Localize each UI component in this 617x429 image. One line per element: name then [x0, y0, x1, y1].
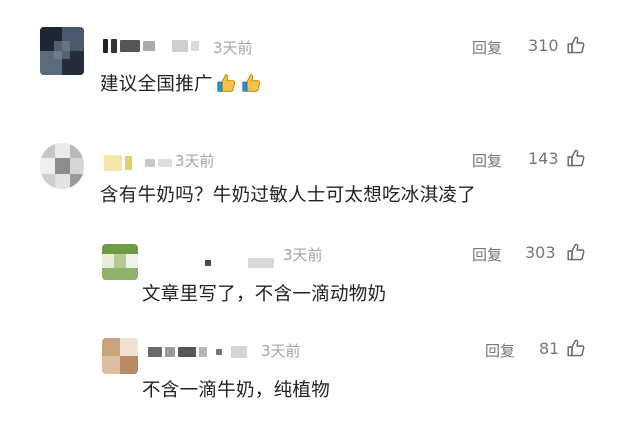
username-blurred[interactable] [104, 155, 172, 171]
like-count: 143 [528, 149, 559, 168]
thumbs-up-emoji-icon [242, 74, 261, 92]
like-count: 303 [525, 243, 556, 262]
reply-button[interactable]: 回复 [485, 340, 515, 361]
comment-item: 3天前 回复 310 建议全国推广 [0, 0, 617, 120]
thumbs-up-icon[interactable] [566, 338, 586, 358]
like-count: 81 [539, 339, 560, 358]
like-count: 310 [528, 36, 559, 55]
username-blurred[interactable] [103, 39, 199, 53]
thumbs-up-emoji-icon [217, 74, 236, 92]
comment-time: 3天前 [175, 152, 215, 170]
comment-text: 文章里写了，不含一滴动物奶 [142, 284, 387, 305]
avatar[interactable] [102, 244, 138, 280]
comment-time: 3天前 [213, 39, 253, 57]
comment-text: 建议全国推广 [100, 70, 263, 96]
avatar[interactable] [102, 338, 138, 374]
thumbs-up-icon[interactable] [566, 35, 586, 55]
comment-time: 3天前 [283, 246, 323, 264]
reply-item: 3天前 回复 303 文章里写了，不含一滴动物奶 [0, 228, 617, 318]
avatar[interactable] [40, 27, 84, 75]
avatar[interactable] [40, 143, 84, 189]
username-blurred[interactable] [205, 258, 274, 268]
username-blurred[interactable] [148, 346, 247, 358]
thumbs-up-icon[interactable] [566, 242, 586, 262]
reply-button[interactable]: 回复 [472, 37, 502, 58]
comment-text: 含有牛奶吗？牛奶过敏人士可太想吃冰淇凌了 [100, 185, 477, 206]
comment-text: 不含一滴牛奶，纯植物 [142, 380, 331, 401]
comment-time: 3天前 [261, 342, 301, 360]
reply-button[interactable]: 回复 [472, 150, 502, 171]
comment-text-content: 建议全国推广 [100, 74, 213, 95]
reply-button[interactable]: 回复 [472, 244, 502, 265]
thumbs-up-icon[interactable] [566, 148, 586, 168]
comment-item: 3天前 回复 143 含有牛奶吗？牛奶过敏人士可太想吃冰淇凌了 [0, 120, 617, 220]
reply-item: 3天前 回复 81 不含一滴牛奶，纯植物 [0, 322, 617, 429]
